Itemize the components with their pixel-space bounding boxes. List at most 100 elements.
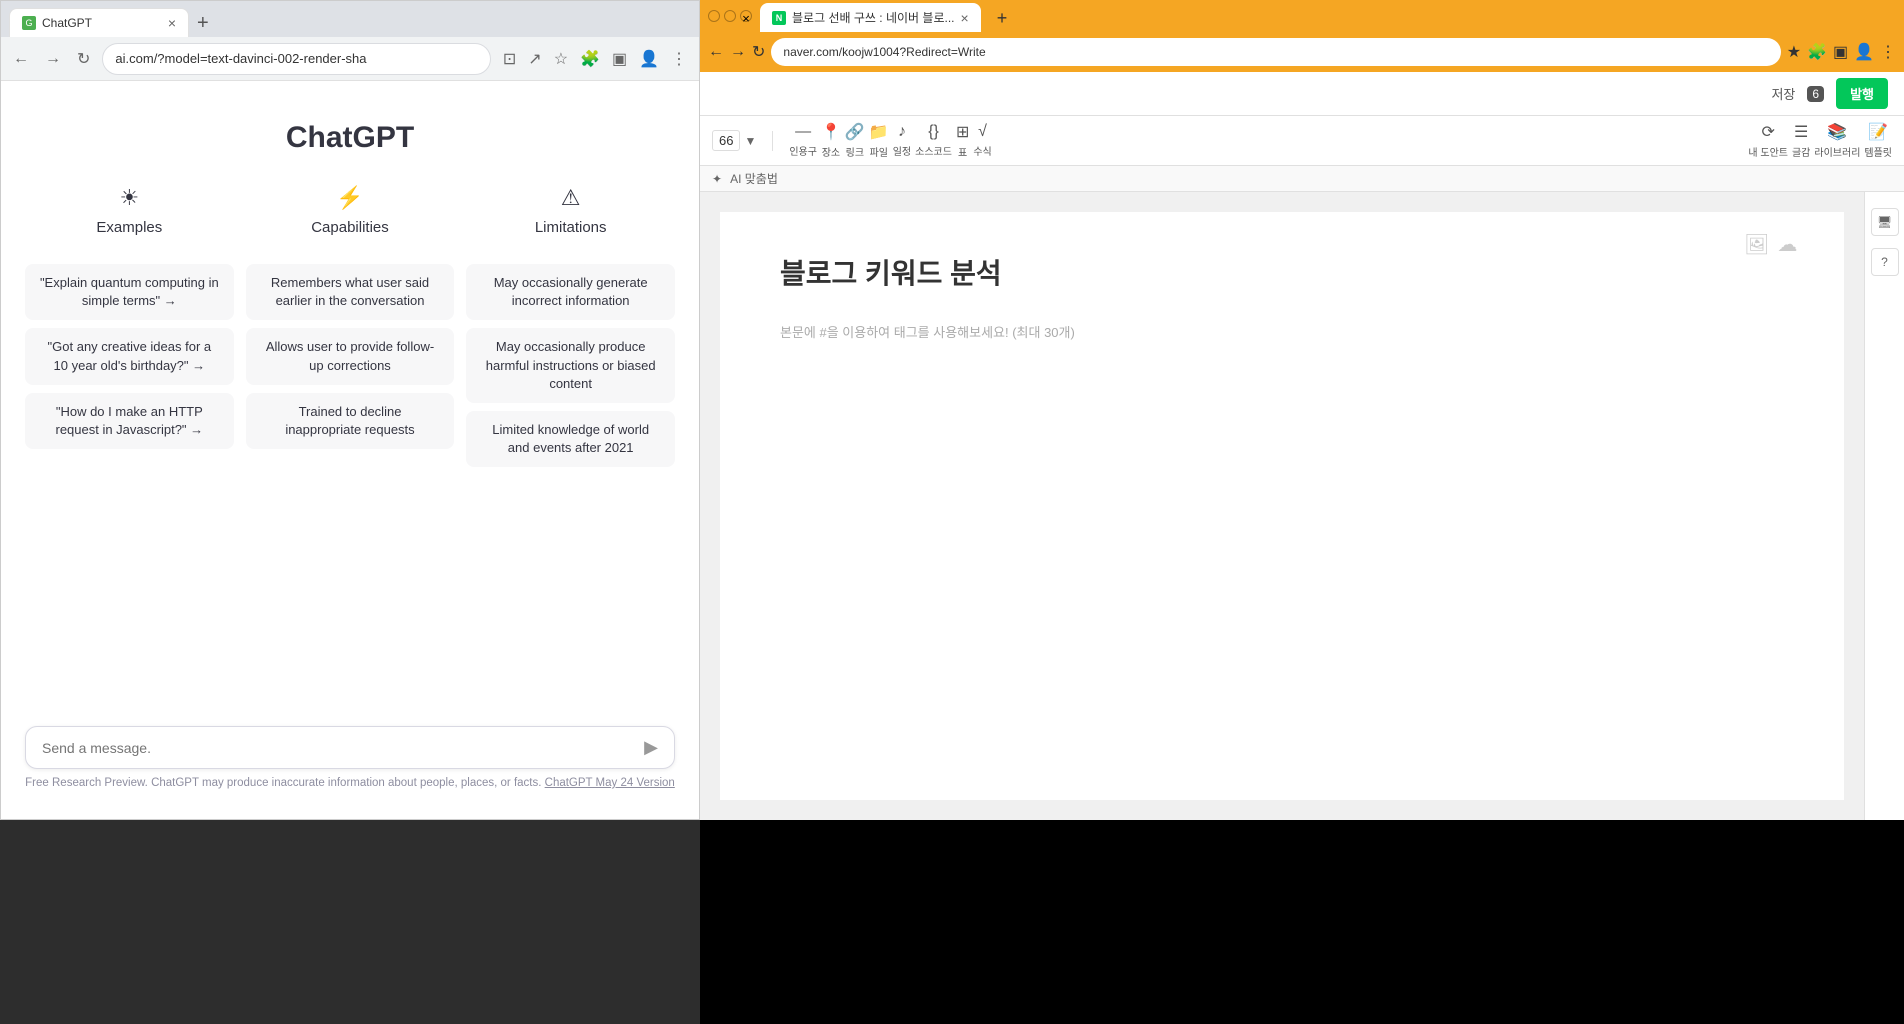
chatgpt-tab-label: ChatGPT [42,16,162,30]
editor-main-area[interactable]: 🖼 ☁ 블로그 키워드 분석 본문에 #을 이용하여 태그를 사용해보세요! (… [720,212,1844,800]
tool-location-label: 장소 [822,144,840,159]
sidebar-monitor-icon[interactable]: 🖥 [1871,208,1899,236]
limitations-header-col: ⚠ Limitations [466,185,675,236]
magic-text[interactable]: AI 맞춤법 [730,170,778,187]
tool-template[interactable]: 📝 템플릿 [1864,122,1892,159]
my-docs-icon: ⟳ [1761,122,1774,142]
features-grid: ☀ Examples ⚡ Capabilities ⚠ Limitations [25,185,675,244]
tool-content[interactable]: ☰ 글감 [1792,122,1810,159]
naver-extensions-icon[interactable]: 🧩 [1807,42,1827,62]
address-bar-left: ← → ↻ ai.com/?model=text-davinci-002-ren… [1,37,699,81]
editor-tag-placeholder[interactable]: 본문에 #을 이용하여 태그를 사용해보세요! (최대 30개) [780,322,1784,341]
naver-browser-window: × N 블로그 선배 구쓰 : 네이버 블로... × + ← → ↻ nave… [700,0,1904,820]
naver-bookmark-icon[interactable]: ★ [1787,42,1801,62]
example-card-1[interactable]: "Explain quantum computing in simple ter… [25,264,234,320]
naver-back-btn[interactable]: ← [708,43,724,61]
close-button[interactable]: × [740,10,752,22]
tool-formula[interactable]: √ 수식 [973,123,991,158]
example-card-2[interactable]: "Got any creative ideas for a 10 year ol… [25,328,234,384]
tool-link-label: 링크 [846,144,864,159]
examples-icon: ☀ [119,185,139,211]
naver-window-titlebar: × N 블로그 선배 구쓰 : 네이버 블로... × + [700,0,1904,32]
tool-quote-label: 인용구 [789,143,817,158]
translate-icon[interactable]: ⊡ [499,45,520,73]
capabilities-header-col: ⚡ Capabilities [246,185,455,236]
example-card-3[interactable]: "How do I make an HTTP request in Javasc… [25,393,234,449]
bookmark-icon[interactable]: ☆ [550,45,572,73]
maximize-button[interactable] [724,10,736,22]
sidebar-help-icon[interactable]: ? [1871,248,1899,276]
share-icon[interactable]: ↗ [524,45,545,73]
tool-code[interactable]: {} 소스코드 [915,123,952,158]
forward-button[interactable]: → [41,46,65,72]
tool-file[interactable]: 📁 파일 [869,122,889,159]
font-size-selector[interactable]: 66 [712,130,740,151]
menu-icon[interactable]: ⋮ [667,45,691,73]
naver-top-bar: 저장 6 발행 [700,72,1904,116]
tool-my-docs[interactable]: ⟳ 내 도안트 [1748,122,1788,159]
table-icon: ⊞ [956,122,969,142]
tool-code-label: 소스코드 [915,143,952,158]
content-icon: ☰ [1794,122,1808,142]
limitations-header-label: Limitations [535,219,607,236]
naver-layout-icon[interactable]: ▣ [1833,42,1848,62]
limitation-card-2: May occasionally produce harmful instruc… [466,328,675,403]
chatgpt-tab[interactable]: G ChatGPT × [9,8,189,37]
limitation-card-3: Limited knowledge of world and events af… [466,411,675,467]
new-tab-button[interactable]: + [189,9,217,37]
browser-toolbar-left: ⊡ ↗ ☆ 🧩 ▣ 👤 ⋮ [499,45,691,73]
magic-spell-bar: ✦ AI 맞춤법 [700,166,1904,192]
limitations-icon: ⚠ [561,185,581,211]
naver-address-input[interactable]: naver.com/koojw1004?Redirect=Write [771,38,1780,66]
chatgpt-version-link[interactable]: ChatGPT May 24 Version [545,777,675,789]
tool-library[interactable]: 📚 라이브러리 [1814,122,1860,159]
tool-my-docs-label: 내 도안트 [1748,144,1788,159]
naver-reload-btn[interactable]: ↻ [752,42,765,62]
naver-toolbar-right: ★ 🧩 ▣ 👤 ⋮ [1787,42,1896,62]
naver-blog-tab[interactable]: N 블로그 선배 구쓰 : 네이버 블로... × [760,3,981,32]
editor-document-title[interactable]: 블로그 키워드 분석 [780,252,1784,292]
naver-menu-icon[interactable]: ⋮ [1880,42,1896,62]
tool-schedule-label: 일정 [893,143,911,158]
examples-column: "Explain quantum computing in simple ter… [25,264,234,467]
tool-link[interactable]: 🔗 링크 [845,122,865,159]
naver-forward-btn[interactable]: → [730,43,746,61]
tool-schedule[interactable]: ♪ 일정 [893,123,911,158]
back-button[interactable]: ← [9,46,33,72]
chatgpt-content-area: ChatGPT ☀ Examples ⚡ Capabilities ⚠ Limi… [1,81,699,819]
naver-new-tab-btn[interactable]: + [989,4,1016,33]
tool-table[interactable]: ⊞ 표 [956,122,969,159]
tool-location[interactable]: 📍 장소 [821,122,841,159]
editor-right-sidebar: 🖥 ? [1864,192,1904,820]
tool-quote[interactable]: — 인용구 [789,123,817,158]
template-icon: 📝 [1868,122,1888,142]
cards-grid: "Explain quantum computing in simple ter… [25,264,675,467]
save-count-badge: 6 [1807,86,1824,102]
formula-icon: √ [978,123,987,141]
address-input-left[interactable]: ai.com/?model=text-davinci-002-render-sh… [102,43,490,75]
image-cloud-icon[interactable]: ☁ [1777,232,1797,272]
image-upload-icon[interactable]: 🖼 [1744,232,1769,272]
reload-button[interactable]: ↻ [73,45,94,73]
toolbar-divider-1 [772,131,773,151]
extensions-icon[interactable]: 🧩 [576,45,604,73]
chat-message-input[interactable] [42,740,644,756]
save-label: 저장 [1771,84,1795,103]
limitation-card-1: May occasionally generate incorrect info… [466,264,675,320]
naver-tab-close[interactable]: × [961,10,969,26]
naver-editor-container: 저장 6 발행 66 ▼ — 인용구 📍 장소 🔗 [700,72,1904,820]
tool-table-label: 표 [958,144,967,159]
minimize-button[interactable] [708,10,720,22]
chat-send-button[interactable]: ▶ [644,737,658,758]
quote-icon: — [795,123,811,141]
layout-icon[interactable]: ▣ [608,45,631,73]
font-size-arrow[interactable]: ▼ [744,134,756,148]
tool-library-label: 라이브러리 [1814,144,1860,159]
naver-profile-icon[interactable]: 👤 [1854,42,1874,62]
publish-button[interactable]: 발행 [1836,78,1888,109]
chat-input-area: ▶ Free Research Preview. ChatGPT may pro… [25,726,675,799]
tool-formula-label: 수식 [973,143,991,158]
toolbar-tools-group: — 인용구 📍 장소 🔗 링크 📁 파일 ♪ 일정 [789,122,991,159]
tab-close-btn[interactable]: × [168,15,176,31]
profile-icon[interactable]: 👤 [635,45,663,73]
